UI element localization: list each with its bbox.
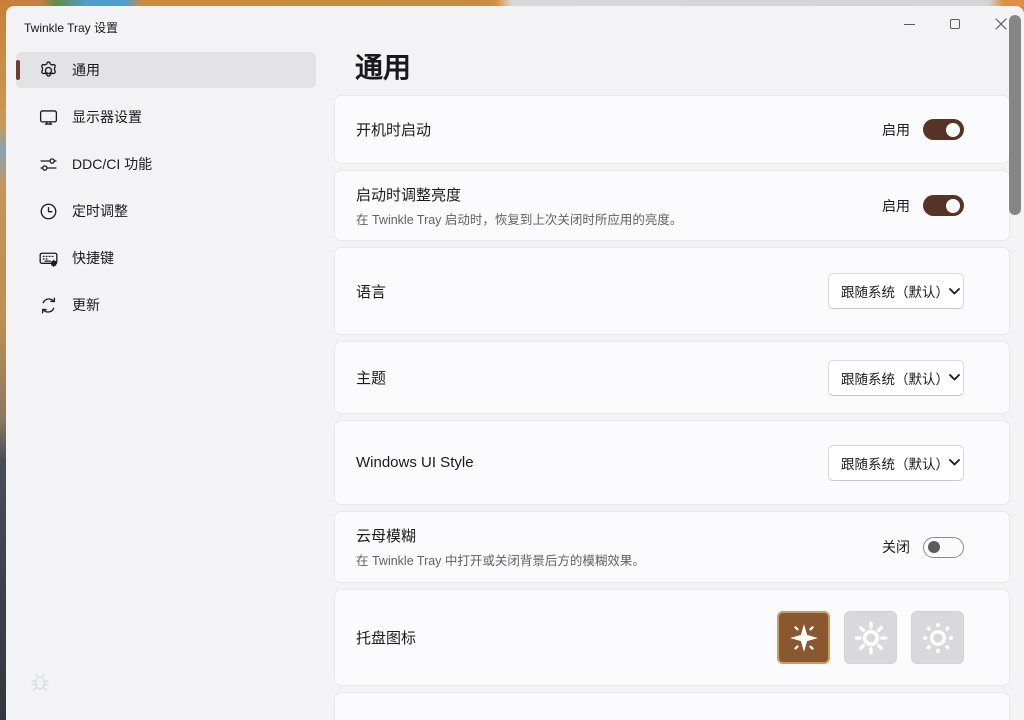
bug-icon[interactable]: [28, 670, 52, 694]
window-title: Twinkle Tray 设置: [24, 19, 118, 36]
sidebar-item-label: 定时调整: [72, 201, 128, 221]
twinkle-star-icon: [787, 621, 821, 655]
refresh-icon: [38, 295, 59, 316]
toggle-knob: [946, 199, 960, 213]
sidebar-item-update[interactable]: 更新: [16, 287, 316, 323]
scrollbar-thumb[interactable]: [1009, 15, 1021, 215]
tray-icon-option-sun-dotted-rays[interactable]: [911, 611, 964, 664]
setting-label: 云母模糊: [356, 525, 882, 546]
sidebar-item-hotkeys[interactable]: 快捷键: [16, 240, 316, 276]
sidebar-item-label: 显示器设置: [72, 107, 142, 127]
sidebar-item-ddcci[interactable]: DDC/CI 功能: [16, 146, 316, 182]
theme-dropdown[interactable]: 跟随系统（默认）: [828, 360, 964, 396]
setting-label: 主题: [356, 367, 828, 388]
tray-icon-option-twinkle-star[interactable]: [777, 611, 830, 664]
sidebar-item-label: 更新: [72, 295, 100, 315]
sliders-icon: [38, 154, 59, 175]
clock-icon: [38, 201, 59, 222]
setting-label: 托盘图标: [356, 627, 777, 648]
keyboard-icon: [38, 248, 59, 269]
setting-label: Windows UI Style: [356, 454, 828, 471]
toggle-knob: [946, 123, 960, 137]
minimize-button[interactable]: [886, 6, 932, 42]
sidebar-item-label: 快捷键: [72, 248, 114, 268]
dropdown-selected-value: 跟随系统（默认）: [841, 453, 949, 473]
gear-icon: [38, 60, 59, 81]
selected-indicator: [16, 60, 20, 80]
windows-ui-style-dropdown[interactable]: 跟随系统（默认）: [828, 445, 964, 481]
dropdown-selected-value: 跟随系统（默认）: [841, 281, 949, 301]
setting-row-analytics: 分析: [334, 692, 1010, 720]
launch-at-startup-toggle[interactable]: [923, 119, 964, 140]
twinkle-tray-settings-window: Twinkle Tray 设置 通用: [6, 6, 1024, 720]
sun-dotted-rays-icon: [920, 620, 956, 656]
setting-label: 启动时调整亮度: [356, 184, 882, 205]
startup-brightness-toggle[interactable]: [923, 195, 964, 216]
chevron-down-icon: [949, 374, 960, 381]
setting-label: 开机时启动: [356, 119, 882, 140]
setting-row-language: 语言 跟随系统（默认）: [334, 247, 1010, 335]
tray-icon-option-sun-rays[interactable]: [844, 611, 897, 664]
sidebar-item-label: DDC/CI 功能: [72, 154, 152, 174]
toggle-state-label: 启用: [882, 196, 910, 216]
dropdown-selected-value: 跟随系统（默认）: [841, 368, 949, 388]
setting-row-launch-at-startup: 开机时启动 启用: [334, 95, 1010, 164]
sidebar-item-general[interactable]: 通用: [16, 52, 316, 88]
setting-description: 在 Twinkle Tray 中打开或关闭背景后方的模糊效果。: [356, 550, 882, 569]
maximize-button[interactable]: [932, 6, 978, 42]
setting-row-mica-blur: 云母模糊 在 Twinkle Tray 中打开或关闭背景后方的模糊效果。 关闭: [334, 511, 1010, 583]
chevron-down-icon: [949, 288, 960, 295]
monitor-icon: [38, 107, 59, 128]
page-title: 通用: [355, 46, 411, 86]
toggle-state-label: 启用: [882, 120, 910, 140]
window-controls: [886, 6, 1024, 42]
minimize-icon: [904, 24, 915, 25]
tray-icon-picker: [777, 611, 964, 664]
sun-rays-icon: [853, 620, 889, 656]
sidebar-item-time-adjust[interactable]: 定时调整: [16, 193, 316, 229]
language-dropdown[interactable]: 跟随系统（默认）: [828, 273, 964, 309]
sidebar-item-label: 通用: [72, 60, 100, 80]
sidebar: 通用 显示器设置 DDC/CI 功能 定时调整: [16, 52, 316, 334]
chevron-down-icon: [949, 459, 960, 466]
setting-description: 在 Twinkle Tray 启动时，恢复到上次关闭时所应用的亮度。: [356, 209, 882, 228]
settings-list: 开机时启动 启用 启动时调整亮度 在 Twinkle Tray 启动时，恢复到上…: [334, 95, 1010, 720]
mica-blur-toggle[interactable]: [923, 537, 964, 558]
desktop: Twinkle Tray 设置 通用: [0, 0, 1024, 720]
toggle-state-label: 关闭: [882, 537, 910, 557]
setting-row-theme: 主题 跟随系统（默认）: [334, 341, 1010, 414]
setting-row-startup-brightness: 启动时调整亮度 在 Twinkle Tray 启动时，恢复到上次关闭时所应用的亮…: [334, 170, 1010, 241]
setting-row-windows-ui-style: Windows UI Style 跟随系统（默认）: [334, 420, 1010, 505]
sidebar-item-monitor-settings[interactable]: 显示器设置: [16, 99, 316, 135]
setting-row-tray-icon: 托盘图标: [334, 589, 1010, 686]
toggle-knob: [928, 541, 940, 553]
titlebar[interactable]: Twinkle Tray 设置: [6, 6, 1024, 46]
maximize-icon: [950, 19, 960, 29]
setting-label: 语言: [356, 281, 828, 302]
close-icon: [995, 18, 1007, 30]
